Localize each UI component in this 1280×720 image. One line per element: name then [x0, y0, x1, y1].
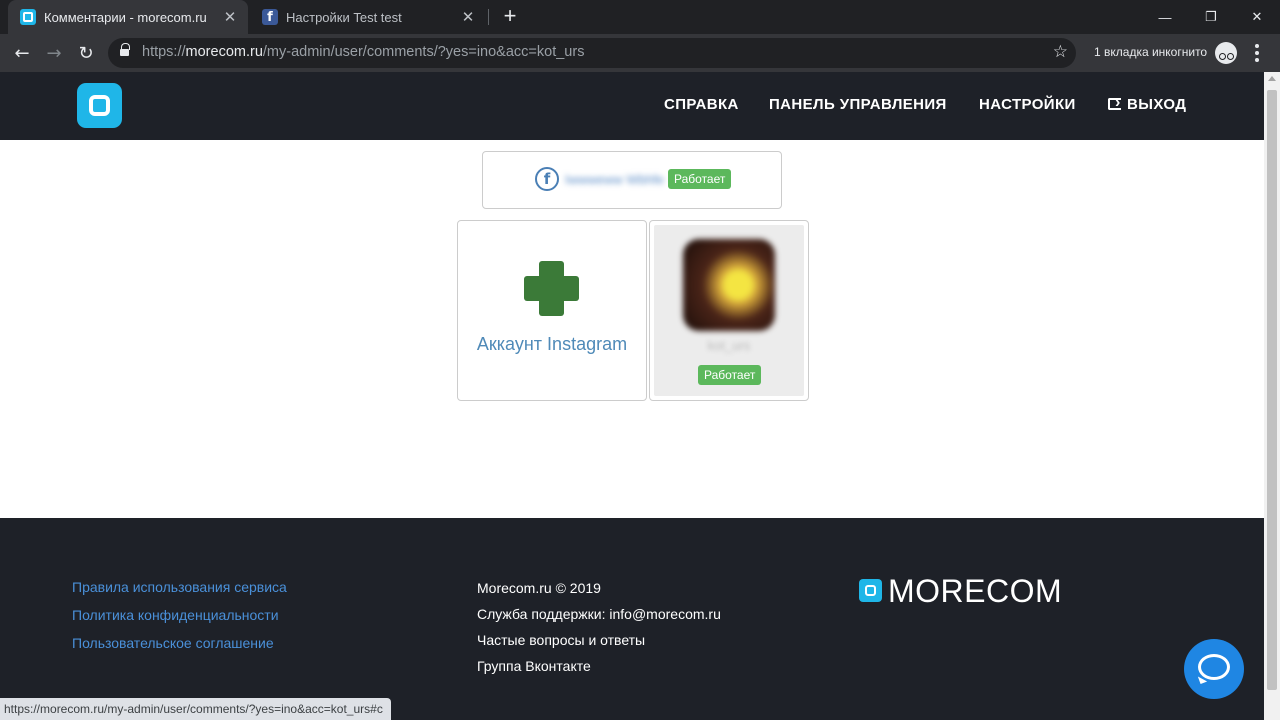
bookmark-star-icon[interactable]: ☆: [1053, 42, 1068, 62]
privacy-link[interactable]: Политика конфиденциальности: [72, 607, 279, 623]
browser-menu-button[interactable]: [1250, 42, 1264, 64]
add-instagram-account-card[interactable]: Аккаунт Instagram: [457, 220, 647, 401]
url-host: morecom.ru: [185, 44, 263, 60]
facebook-account-card[interactable]: f Iwwweww Wbhfe Работает: [482, 151, 782, 209]
close-icon[interactable]: ✕: [458, 8, 478, 26]
site-footer: Правила использования сервиса Политика к…: [0, 518, 1264, 720]
page-scrollbar[interactable]: [1264, 72, 1280, 720]
status-badge: Работает: [668, 169, 732, 189]
account-card-inner: kot_urs Работает: [654, 225, 804, 396]
url-text[interactable]: https://morecom.ru/my-admin/user/comment…: [142, 44, 584, 60]
footer-logo-icon: [859, 579, 882, 602]
browser-tab-strip: Комментарии - morecom.ru ✕ f Настройки T…: [0, 0, 1280, 34]
support-email[interactable]: Служба поддержки: info@morecom.ru: [477, 606, 721, 622]
logout-icon: [1108, 94, 1121, 112]
tab-divider: [488, 9, 489, 25]
nav-dashboard[interactable]: ПАНЕЛЬ УПРАВЛЕНИЯ: [769, 96, 947, 113]
user-agreement-link[interactable]: Пользовательское соглашение: [72, 635, 274, 651]
facebook-icon: f: [535, 167, 559, 191]
vk-group-link[interactable]: Группа Вконтакте: [477, 658, 591, 674]
browser-toolbar: ← → ↻ https://morecom.ru/my-admin/user/c…: [0, 34, 1280, 72]
copyright-text: Morecom.ru © 2019: [477, 580, 601, 596]
url-path: /my-admin/user/comments/?yes=ino&acc=kot…: [262, 44, 585, 60]
status-badge: Работает: [698, 365, 762, 385]
status-bar-url: https://morecom.ru/my-admin/user/comment…: [0, 698, 391, 720]
morecom-logo[interactable]: [77, 83, 122, 128]
lock-icon: [120, 43, 130, 58]
incognito-label: 1 вкладка инкогнито: [1094, 45, 1208, 59]
window-close-button[interactable]: ✕: [1234, 0, 1280, 34]
address-bar[interactable]: https://morecom.ru/my-admin/user/comment…: [108, 38, 1076, 68]
new-tab-button[interactable]: +: [498, 4, 522, 30]
forward-button[interactable]: →: [40, 39, 68, 67]
scrollbar-thumb[interactable]: [1267, 90, 1277, 690]
plus-icon-bar: [524, 276, 579, 301]
tab-title: Настройки Test test: [286, 9, 402, 25]
close-icon[interactable]: ✕: [220, 8, 240, 26]
minimize-button[interactable]: —: [1142, 0, 1188, 34]
terms-link[interactable]: Правила использования сервиса: [72, 579, 287, 595]
tab-comments[interactable]: Комментарии - morecom.ru ✕: [8, 0, 248, 34]
footer-brand: MORECOM: [888, 573, 1063, 609]
scroll-up-arrow-icon[interactable]: [1268, 76, 1276, 81]
add-account-label: Аккаунт Instagram: [476, 334, 628, 354]
chat-widget-button[interactable]: [1184, 639, 1244, 699]
url-scheme: https://: [142, 44, 186, 60]
nav-help[interactable]: СПРАВКА: [664, 96, 739, 113]
incognito-icon[interactable]: [1215, 42, 1237, 64]
instagram-account-name: kot_urs: [707, 338, 751, 353]
reload-button[interactable]: ↻: [72, 39, 100, 67]
instagram-account-card[interactable]: kot_urs Работает: [649, 220, 809, 401]
site-header: СПРАВКА ПАНЕЛЬ УПРАВЛЕНИЯ НАСТРОЙКИ ВЫХО…: [0, 72, 1264, 140]
facebook-account-name: Iwwweww Wbhfe: [565, 172, 664, 187]
nav-settings[interactable]: НАСТРОЙКИ: [979, 96, 1076, 113]
tab-title: Комментарии - morecom.ru: [44, 9, 207, 25]
nav-logout[interactable]: ВЫХОД: [1108, 94, 1187, 113]
faq-link[interactable]: Частые вопросы и ответы: [477, 632, 645, 648]
morecom-favicon-icon: [20, 9, 36, 25]
logout-label: ВЫХОД: [1127, 96, 1187, 113]
restore-button[interactable]: ❐: [1188, 0, 1234, 34]
back-button[interactable]: ←: [8, 39, 36, 67]
tab-settings[interactable]: f Настройки Test test ✕: [250, 0, 486, 34]
avatar: [683, 239, 775, 331]
facebook-favicon-icon: f: [262, 9, 278, 25]
